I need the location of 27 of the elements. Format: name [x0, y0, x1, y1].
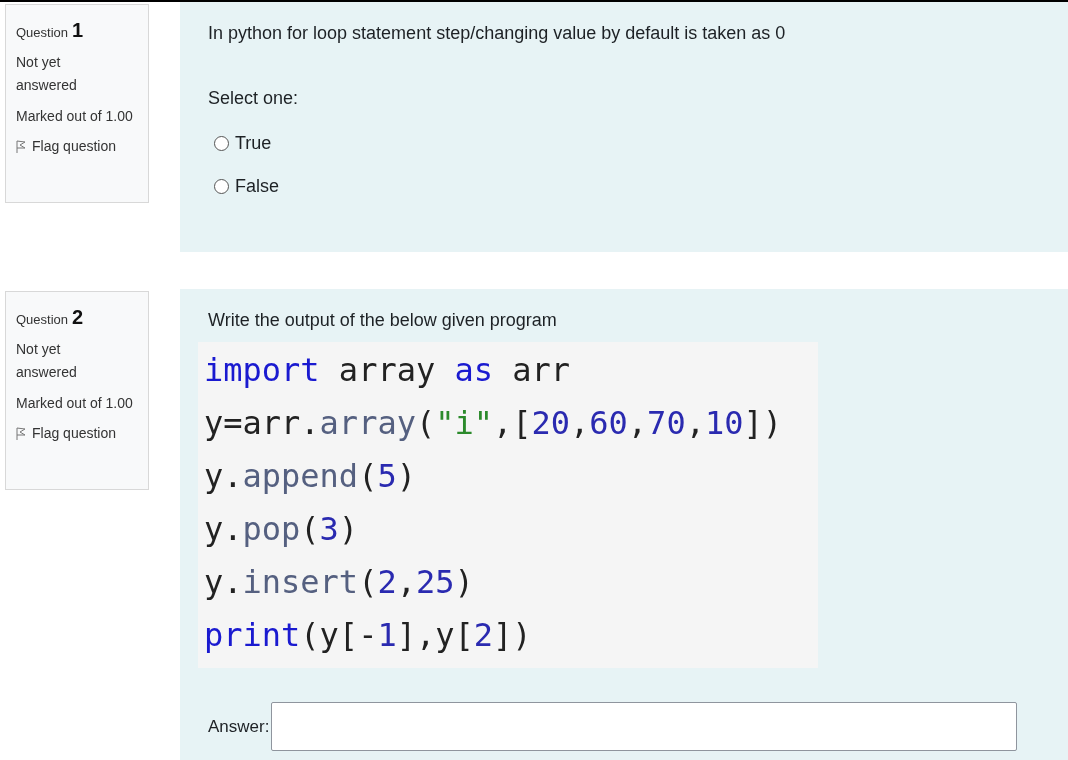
- option-label[interactable]: True: [235, 130, 272, 157]
- radio-button[interactable]: [214, 136, 229, 151]
- code-line: import array as arr: [204, 350, 571, 391]
- radio-button[interactable]: [214, 179, 229, 194]
- answer-label: Answer:: [208, 715, 270, 738]
- flag-question-link[interactable]: Flag question: [16, 423, 117, 444]
- marks-text: Marked out of 1.00: [16, 107, 134, 126]
- flag-icon: [16, 427, 26, 440]
- marks-text: Marked out of 1.00: [16, 394, 134, 413]
- code-line: y.append(5): [204, 456, 416, 497]
- question-number: 1: [72, 18, 84, 43]
- code-line: y=arr.array("i",[20,60,70,10]): [204, 403, 782, 444]
- option-label[interactable]: False: [235, 173, 279, 200]
- answer-field[interactable]: [271, 702, 1018, 751]
- code-line: print(y[-1],y[2]): [204, 615, 532, 656]
- question-label: Question: [16, 311, 69, 329]
- select-one-label: Select one:: [208, 87, 300, 110]
- question-text: In python for loop statement step/changing value by default is taken as 0: [208, 22, 787, 45]
- code-line: y.insert(2,25): [204, 562, 474, 603]
- question-state: Not yet answered: [16, 340, 78, 382]
- question-text: Write the output of the below given program: [208, 309, 558, 332]
- code-line: y.pop(3): [204, 509, 359, 550]
- question-state: Not yet answered: [16, 53, 78, 95]
- question-label: Question: [16, 24, 69, 42]
- flag-icon: [16, 140, 26, 153]
- flag-question-link[interactable]: Flag question: [16, 136, 117, 157]
- question-number: 2: [72, 305, 84, 330]
